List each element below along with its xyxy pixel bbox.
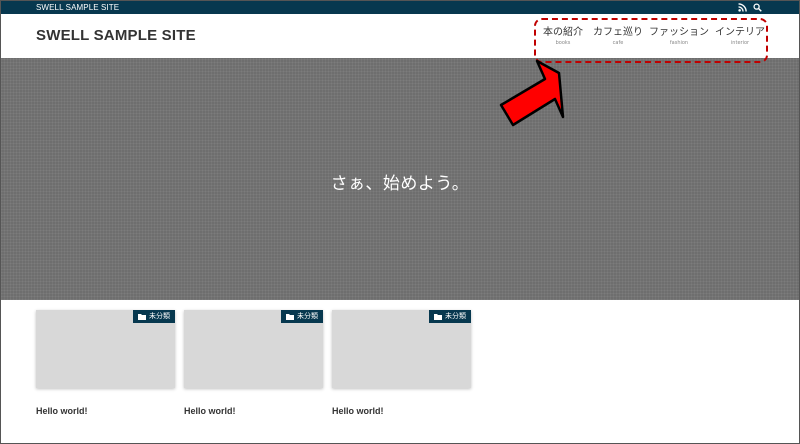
post-title[interactable]: Hello world! [36, 406, 175, 416]
site-logo[interactable]: SWELL SAMPLE SITE [36, 27, 196, 44]
post-card[interactable]: 未分類 Hello world! [332, 310, 471, 416]
folder-icon [286, 314, 294, 320]
folder-icon [138, 314, 146, 320]
search-icon[interactable] [753, 3, 762, 12]
post-thumbnail[interactable]: 未分類 [332, 310, 471, 388]
hero-message: さぁ、始めよう。 [330, 174, 470, 194]
category-badge: 未分類 [281, 310, 323, 323]
category-label: 未分類 [297, 312, 318, 320]
post-title[interactable]: Hello world! [332, 406, 471, 416]
post-card[interactable]: 未分類 Hello world! [36, 310, 175, 416]
pointer-arrow-icon [499, 59, 565, 127]
post-thumbnail[interactable]: 未分類 [36, 310, 175, 388]
category-badge: 未分類 [133, 310, 175, 323]
post-thumbnail[interactable]: 未分類 [184, 310, 323, 388]
hero-section: さぁ、始めよう。 [1, 58, 799, 300]
nav-highlight-annotation [534, 18, 768, 63]
post-title[interactable]: Hello world! [184, 406, 323, 416]
top-bar: SWELL SAMPLE SITE [1, 1, 799, 14]
category-label: 未分類 [149, 312, 170, 320]
rss-icon[interactable] [738, 3, 747, 12]
folder-icon [434, 314, 442, 320]
site-tagline: SWELL SAMPLE SITE [36, 3, 120, 12]
category-badge: 未分類 [429, 310, 471, 323]
browser-viewport: SWELL SAMPLE SITE SWELL SAMPLE SITE 本の紹介… [0, 0, 800, 444]
post-card[interactable]: 未分類 Hello world! [184, 310, 323, 416]
category-label: 未分類 [445, 312, 466, 320]
